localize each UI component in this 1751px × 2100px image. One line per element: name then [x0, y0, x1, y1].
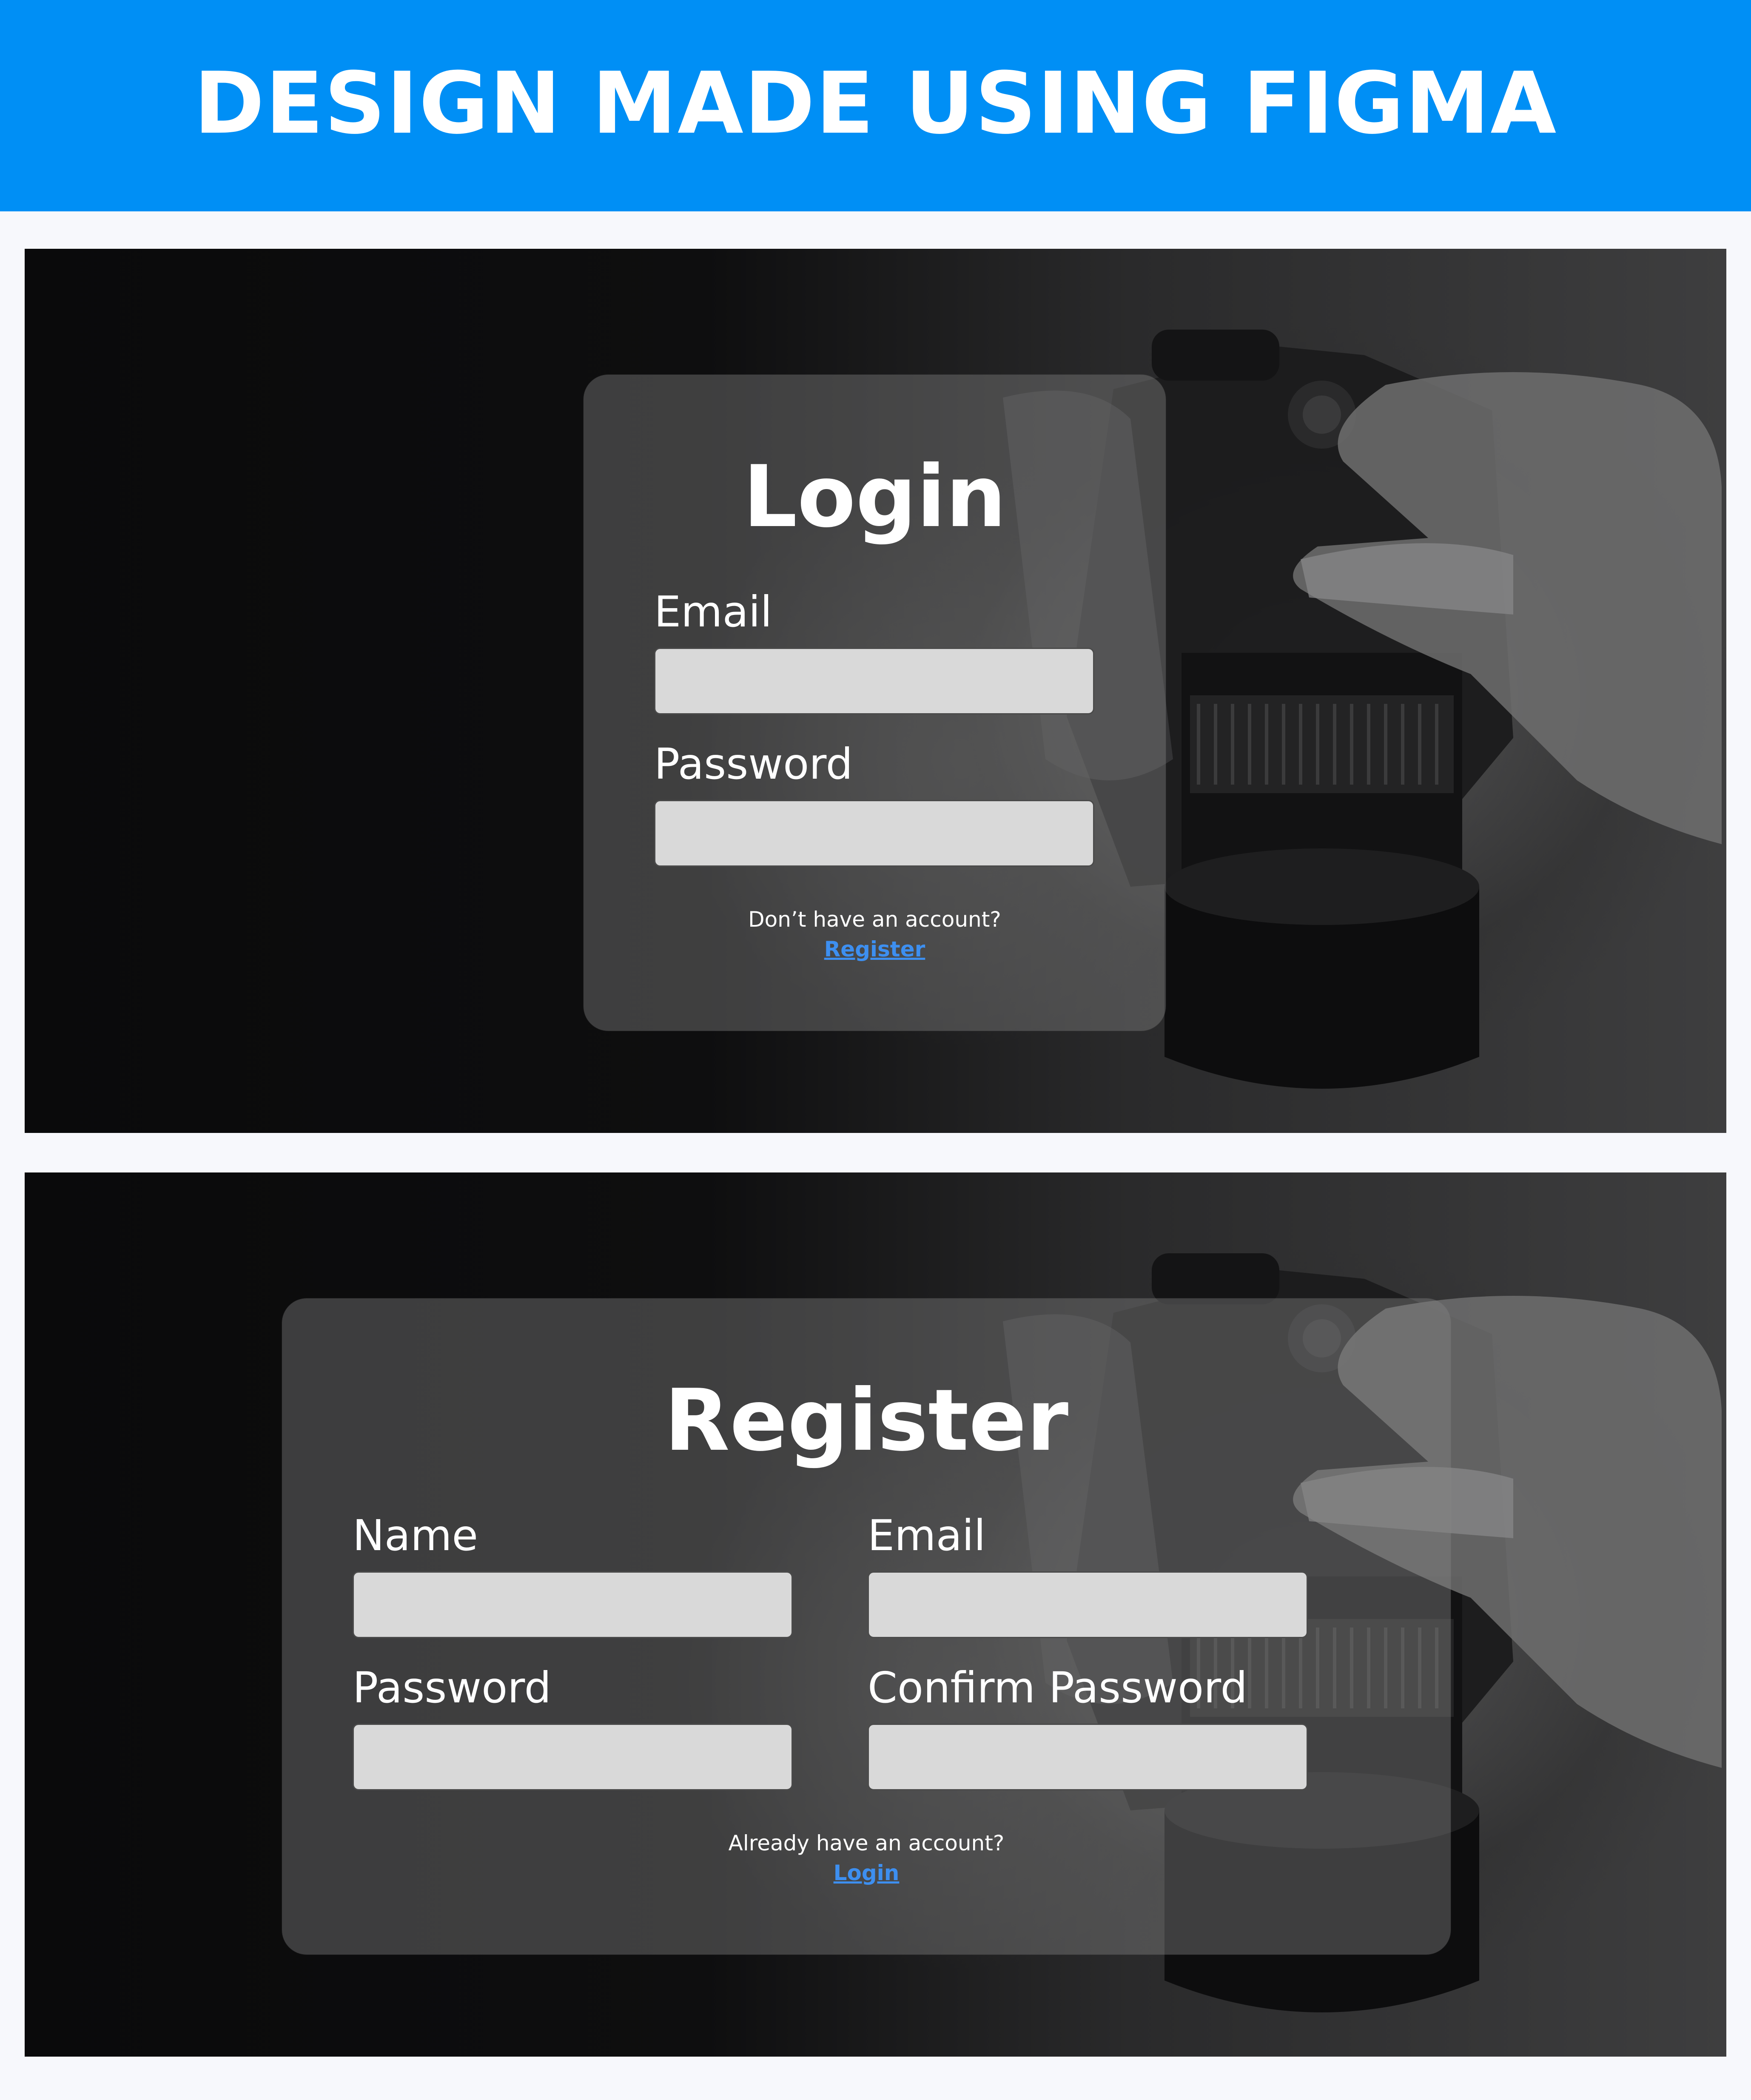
name-input[interactable] — [353, 1571, 793, 1638]
header-banner: DESIGN MADE USING FIGMA — [0, 0, 1751, 211]
email-label: Email — [868, 1511, 986, 1560]
name-label: Name — [353, 1511, 478, 1560]
email-label: Email — [654, 587, 772, 637]
no-account-prompt: Don’t have an account? — [748, 907, 1001, 932]
register-screen: Register Name Email Password Confirm Pas… — [25, 1172, 1726, 2057]
password-label: Password — [654, 739, 853, 789]
password-input[interactable] — [353, 1724, 793, 1790]
confirm-password-label: Confirm Password — [868, 1663, 1248, 1713]
have-account-prompt: Already have an account? — [728, 1831, 1005, 1855]
login-link[interactable]: Login — [282, 1862, 1451, 1884]
login-card: Login Email Password Don’t have an accou… — [584, 375, 1166, 1031]
confirm-password-input[interactable] — [868, 1724, 1308, 1790]
email-input[interactable] — [868, 1571, 1308, 1638]
register-link[interactable]: Register — [584, 939, 1166, 960]
register-title: Register — [664, 1371, 1069, 1470]
email-input[interactable] — [654, 648, 1094, 714]
password-label: Password — [353, 1663, 552, 1713]
register-card: Register Name Email Password Confirm Pas… — [282, 1298, 1451, 1955]
login-screen: Login Email Password Don’t have an accou… — [25, 249, 1726, 1133]
login-title: Login — [743, 447, 1006, 546]
password-input[interactable] — [654, 800, 1094, 867]
banner-title: DESIGN MADE USING FIGMA — [194, 54, 1557, 153]
